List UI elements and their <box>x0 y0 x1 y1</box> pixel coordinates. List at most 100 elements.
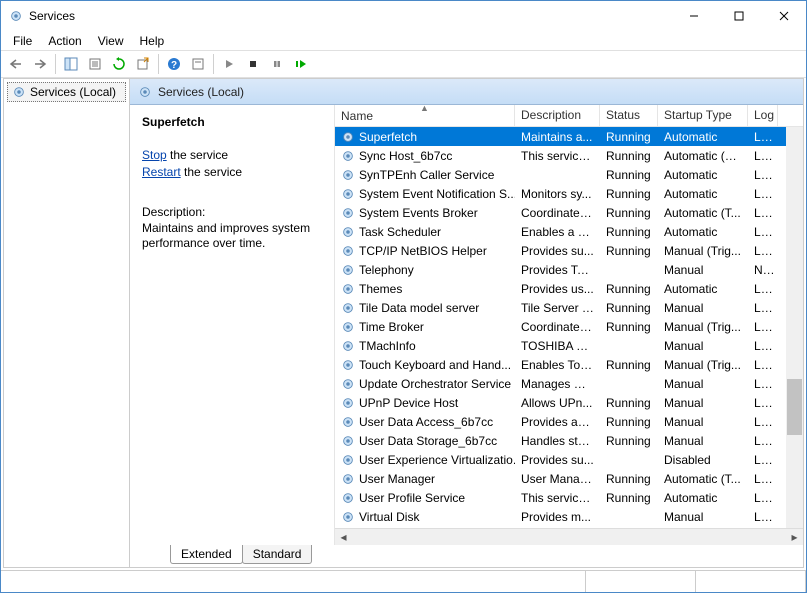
service-row[interactable]: Touch Keyboard and Hand...Enables Tou...… <box>335 355 803 374</box>
close-button[interactable] <box>761 2 806 31</box>
tab-extended[interactable]: Extended <box>170 545 243 564</box>
service-row[interactable]: User Data Access_6b7ccProvides ap...Runn… <box>335 412 803 431</box>
refresh-button[interactable] <box>108 53 130 75</box>
toolbar-separator <box>213 54 214 74</box>
maximize-button[interactable] <box>716 2 761 31</box>
titlebar[interactable]: Services <box>1 1 806 31</box>
sort-indicator-icon: ▲ <box>420 105 429 113</box>
cell-description: Provides us... <box>515 282 600 296</box>
column-startup[interactable]: Startup Type <box>658 105 748 126</box>
menu-help[interactable]: Help <box>132 32 173 50</box>
service-row[interactable]: TMachInfoTOSHIBA M...ManualLoc <box>335 336 803 355</box>
cell-status: Running <box>600 434 658 448</box>
properties-button[interactable] <box>84 53 106 75</box>
service-row[interactable]: SynTPEnh Caller ServiceRunningAutomaticL… <box>335 165 803 184</box>
selected-service-name: Superfetch <box>142 115 324 129</box>
properties-icon-button[interactable] <box>187 53 209 75</box>
service-row[interactable]: TelephonyProvides Tel...ManualNet <box>335 260 803 279</box>
column-logon[interactable]: Log <box>748 105 778 126</box>
services-list[interactable]: Name▲ Description Status Startup Type Lo… <box>335 105 803 545</box>
menu-view[interactable]: View <box>90 32 132 50</box>
service-row[interactable]: Time BrokerCoordinates...RunningManual (… <box>335 317 803 336</box>
tree-node-services-local[interactable]: Services (Local) <box>7 82 126 102</box>
cell-logon: Loc <box>748 415 778 429</box>
service-row[interactable]: System Event Notification S...Monitors s… <box>335 184 803 203</box>
cell-logon: Loc <box>748 320 778 334</box>
cell-logon: Loc <box>748 168 778 182</box>
service-row[interactable]: Update Orchestrator ServiceManages W...M… <box>335 374 803 393</box>
gear-icon <box>341 472 355 486</box>
service-row[interactable]: Sync Host_6b7ccThis service ...RunningAu… <box>335 146 803 165</box>
cell-name: System Events Broker <box>335 206 515 220</box>
statusbar-cell <box>696 571 806 592</box>
cell-logon: Net <box>748 263 778 277</box>
cell-logon: Loc <box>748 434 778 448</box>
column-status[interactable]: Status <box>600 105 658 126</box>
cell-name: User Manager <box>335 472 515 486</box>
stop-service-link[interactable]: Stop <box>142 148 167 162</box>
service-row[interactable]: System Events BrokerCoordinates...Runnin… <box>335 203 803 222</box>
service-row[interactable]: User Experience Virtualizatio...Provides… <box>335 450 803 469</box>
forward-button[interactable] <box>29 53 51 75</box>
gear-icon <box>138 85 152 99</box>
cell-status: Running <box>600 244 658 258</box>
cell-name: Task Scheduler <box>335 225 515 239</box>
cell-startup: Manual <box>658 415 748 429</box>
service-row[interactable]: TCP/IP NetBIOS HelperProvides su...Runni… <box>335 241 803 260</box>
cell-logon: Loc <box>748 130 778 144</box>
cell-logon: Loc <box>748 206 778 220</box>
cell-name: Virtual Disk <box>335 510 515 524</box>
menu-file[interactable]: File <box>5 32 40 50</box>
scroll-left-icon[interactable]: ◂ <box>335 529 352 546</box>
cell-name: TCP/IP NetBIOS Helper <box>335 244 515 258</box>
service-row[interactable]: Task SchedulerEnables a us...RunningAuto… <box>335 222 803 241</box>
cell-name: Superfetch <box>335 130 515 144</box>
vertical-scrollbar[interactable] <box>786 127 803 528</box>
horizontal-scrollbar[interactable]: ◂ ▸ <box>335 528 803 545</box>
start-service-button[interactable] <box>218 53 240 75</box>
scrollbar-thumb[interactable] <box>787 379 802 435</box>
gear-icon <box>341 510 355 524</box>
stop-service-button[interactable] <box>242 53 264 75</box>
service-row[interactable]: UPnP Device HostAllows UPn...RunningManu… <box>335 393 803 412</box>
show-hide-tree-button[interactable] <box>60 53 82 75</box>
list-body[interactable]: SuperfetchMaintains a...RunningAutomatic… <box>335 127 803 528</box>
tab-standard[interactable]: Standard <box>242 545 313 564</box>
minimize-button[interactable] <box>671 2 716 31</box>
gear-icon <box>341 320 355 334</box>
cell-name: User Profile Service <box>335 491 515 505</box>
back-button[interactable] <box>5 53 27 75</box>
scroll-right-icon[interactable]: ▸ <box>786 529 803 546</box>
service-row[interactable]: Virtual DiskProvides m...ManualLoc <box>335 507 803 526</box>
cell-status: Running <box>600 301 658 315</box>
content-pane: Services (Local) Superfetch Stop the ser… <box>130 79 803 567</box>
service-row[interactable]: User ManagerUser Manag...RunningAutomati… <box>335 469 803 488</box>
pause-service-button[interactable] <box>266 53 288 75</box>
column-description[interactable]: Description <box>515 105 600 126</box>
description-label: Description: <box>142 205 324 219</box>
cell-status: Running <box>600 320 658 334</box>
cell-status: Running <box>600 491 658 505</box>
cell-logon: Loc <box>748 491 778 505</box>
tree-node-label: Services (Local) <box>30 85 116 99</box>
menu-action[interactable]: Action <box>40 32 89 50</box>
restart-service-button[interactable] <box>290 53 312 75</box>
service-row[interactable]: User Profile ServiceThis service ...Runn… <box>335 488 803 507</box>
toolbar: ? <box>1 50 806 78</box>
cell-status: Running <box>600 206 658 220</box>
service-row[interactable]: ThemesProvides us...RunningAutomaticLoc <box>335 279 803 298</box>
list-header[interactable]: Name▲ Description Status Startup Type Lo… <box>335 105 803 127</box>
svg-text:?: ? <box>171 60 177 71</box>
cell-startup: Automatic <box>658 187 748 201</box>
gear-icon <box>341 377 355 391</box>
cell-startup: Manual (Trig... <box>658 320 748 334</box>
service-row[interactable]: Tile Data model serverTile Server f...Ru… <box>335 298 803 317</box>
service-row[interactable]: SuperfetchMaintains a...RunningAutomatic… <box>335 127 803 146</box>
tree-pane[interactable]: Services (Local) <box>4 79 130 567</box>
column-name[interactable]: Name▲ <box>335 105 515 126</box>
window-controls <box>671 2 806 31</box>
help-button[interactable]: ? <box>163 53 185 75</box>
restart-service-link[interactable]: Restart <box>142 165 181 179</box>
service-row[interactable]: User Data Storage_6b7ccHandles sto...Run… <box>335 431 803 450</box>
export-list-button[interactable] <box>132 53 154 75</box>
